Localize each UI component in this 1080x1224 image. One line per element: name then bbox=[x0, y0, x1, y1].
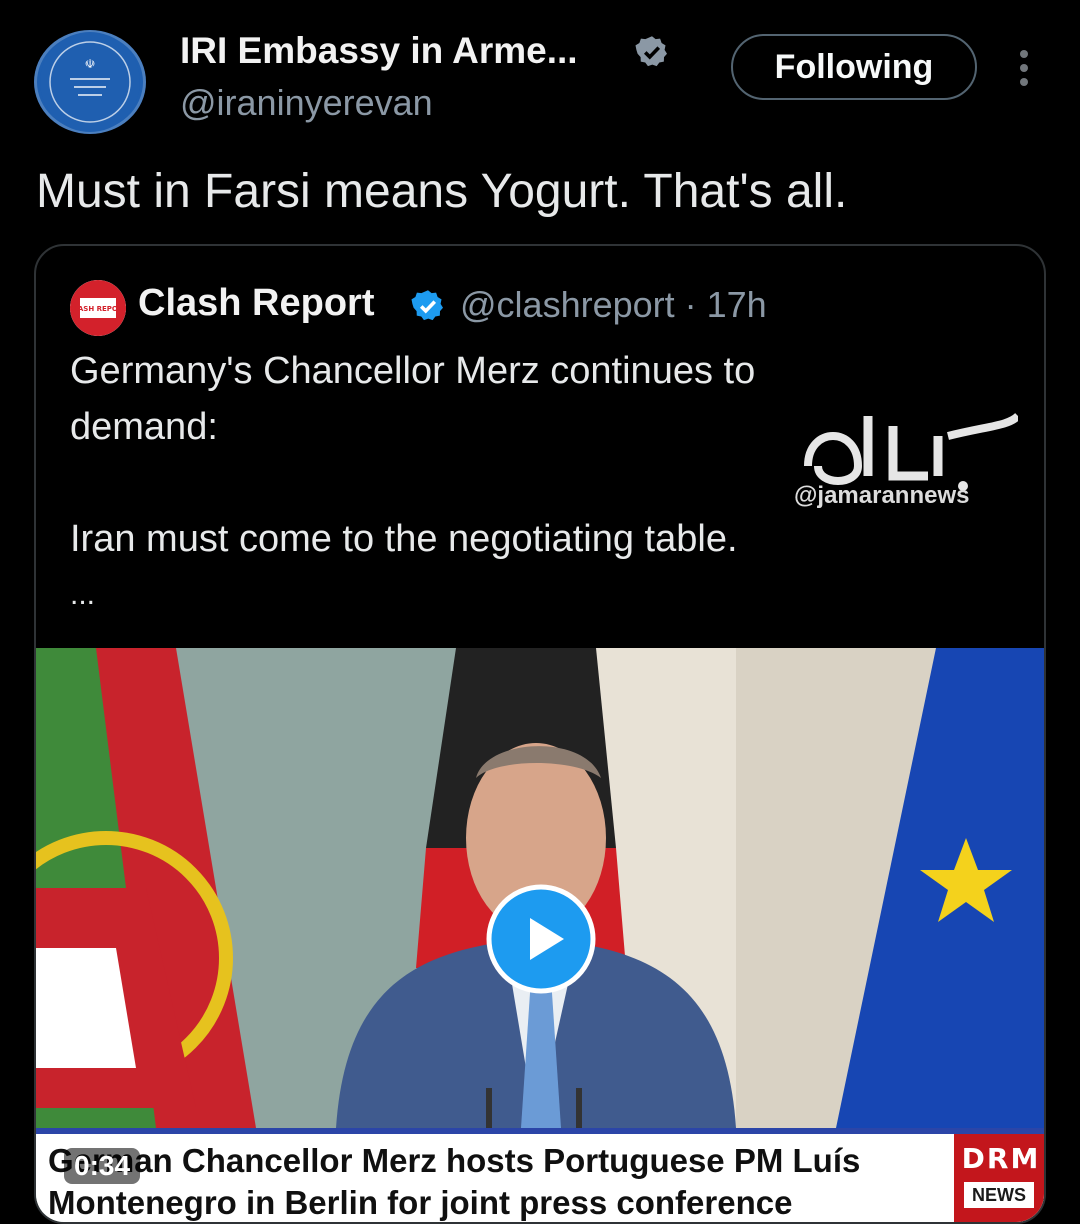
news-ticker: German Chancellor Merz hosts Portuguese … bbox=[36, 1128, 1044, 1222]
quoted-text-line-3: Iran must come to the negotiating table. bbox=[70, 518, 738, 560]
quote-tweet-card[interactable]: CLASH REPORT Clash Report @clashreport ·… bbox=[34, 244, 1046, 1224]
display-name[interactable]: IRI Embassy in Arme... bbox=[180, 30, 578, 72]
drm-logo-sub: NEWS bbox=[964, 1182, 1034, 1208]
tweet-text: Must in Farsi means Yogurt. That's all. bbox=[36, 165, 848, 218]
play-icon[interactable] bbox=[486, 884, 596, 994]
avatar-logo-text: CLASH REPORT bbox=[70, 305, 126, 313]
ticker-text: German Chancellor Merz hosts Portuguese … bbox=[48, 1140, 861, 1222]
verified-badge-icon bbox=[411, 290, 443, 321]
verified-badge-icon bbox=[635, 36, 667, 67]
video-player[interactable]: German Chancellor Merz hosts Portuguese … bbox=[36, 648, 1044, 1222]
watermark-handle: @jamarannews bbox=[794, 482, 970, 509]
video-duration: 0:34 bbox=[64, 1148, 141, 1184]
ticker-line-2: Montenegro in Berlin for joint press con… bbox=[48, 1184, 793, 1221]
ticker-line-1: German Chancellor Merz hosts Portuguese … bbox=[48, 1142, 861, 1179]
handle[interactable]: @iraninyerevan bbox=[180, 82, 433, 124]
quoted-handle-time[interactable]: @clashreport · 17h bbox=[460, 284, 767, 326]
svg-text:☫: ☫ bbox=[85, 57, 96, 71]
quoted-text-line-1: Germany's Chancellor Merz continues to bbox=[70, 350, 756, 392]
quoted-text-line-2: demand: bbox=[70, 406, 218, 448]
drm-logo-letters: DRM bbox=[961, 1142, 1041, 1175]
quoted-display-name[interactable]: Clash Report bbox=[138, 282, 374, 325]
clash-report-avatar[interactable]: CLASH REPORT bbox=[70, 280, 126, 336]
more-vertical-icon[interactable] bbox=[1010, 48, 1038, 88]
embassy-avatar[interactable]: ☫ bbox=[34, 30, 146, 134]
drm-news-logo: DRM NEWS bbox=[954, 1134, 1044, 1222]
quoted-text-ellipsis: ... bbox=[70, 578, 96, 611]
following-button[interactable]: Following bbox=[731, 34, 977, 100]
